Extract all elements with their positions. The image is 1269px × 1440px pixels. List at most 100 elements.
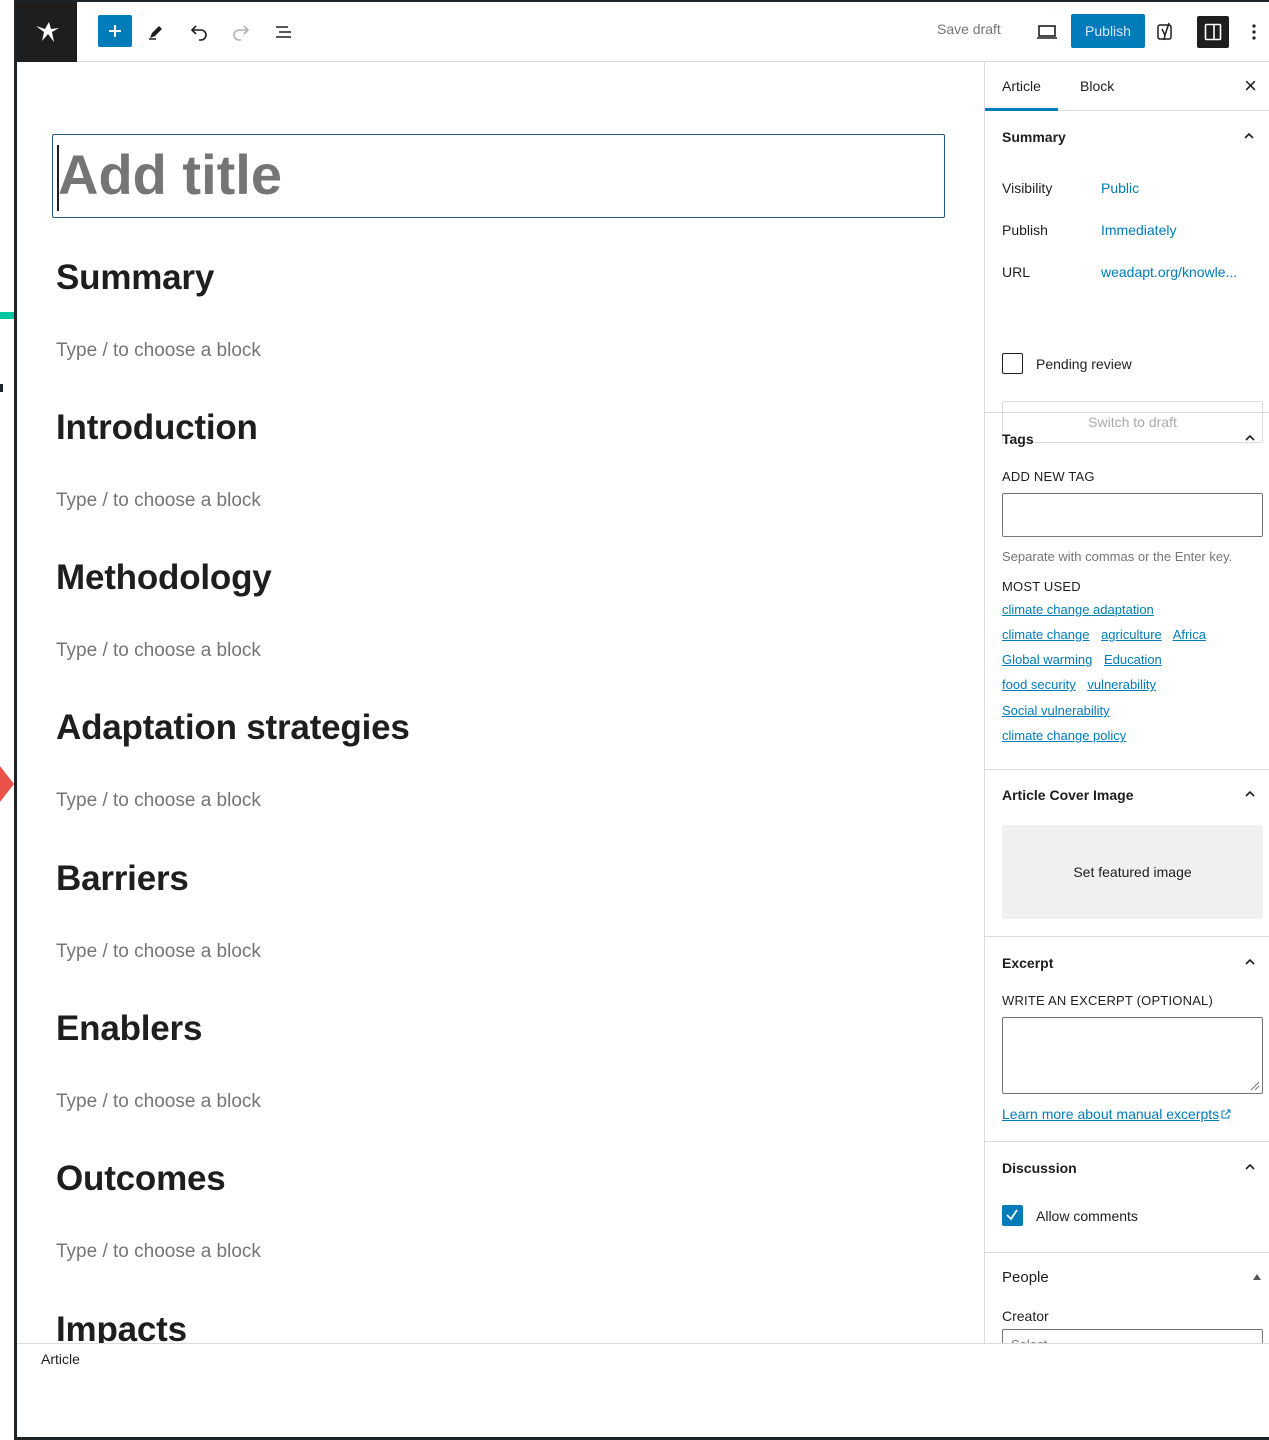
publish-date-toggle[interactable]: Immediately (1101, 222, 1176, 238)
visibility-toggle[interactable]: Public (1101, 180, 1139, 196)
panel-title[interactable]: Article Cover Image (1002, 787, 1134, 803)
tag-link[interactable]: Global warming (1002, 652, 1092, 667)
editor-footer: Article (17, 1343, 1269, 1437)
learn-more-excerpts-link[interactable]: Learn more about manual excerpts (1002, 1106, 1231, 1122)
allow-comments-label: Allow comments (1036, 1208, 1138, 1224)
tag-link[interactable]: climate change adaptation (1002, 602, 1154, 617)
close-icon[interactable]: × (1244, 75, 1257, 97)
breadcrumb[interactable]: Article (41, 1351, 80, 1367)
tag-line: Social vulnerability (1002, 703, 1118, 718)
url-label: URL (1002, 264, 1031, 280)
options-menu-button[interactable] (1237, 14, 1269, 50)
publish-button[interactable]: Publish (1071, 14, 1145, 48)
heading-block[interactable]: Barriers (56, 857, 189, 901)
yoast-seo-button[interactable] (1148, 14, 1184, 50)
chevron-up-icon[interactable] (1243, 130, 1255, 142)
chevron-up-icon[interactable] (1244, 956, 1256, 968)
redo-button[interactable] (223, 14, 259, 50)
paragraph-placeholder[interactable]: Type / to choose a block (56, 941, 261, 963)
heading-block[interactable]: Methodology (56, 556, 272, 600)
tag-line: food security vulnerability (1002, 677, 1164, 692)
tools-button[interactable] (138, 14, 174, 50)
settings-toggle-button[interactable] (1197, 16, 1229, 48)
allow-comments-checkbox[interactable] (1002, 1205, 1023, 1226)
tag-link[interactable]: climate change policy (1002, 728, 1126, 743)
tab-article[interactable]: Article (985, 62, 1058, 111)
tags-panel: Tags ADD NEW TAG Separate with commas or… (985, 413, 1269, 770)
section-introduction: Introduction Type / to choose a block (56, 406, 261, 511)
triangle-up-icon[interactable] (1252, 1273, 1262, 1281)
preview-button[interactable] (1029, 14, 1065, 50)
set-featured-image-button[interactable]: Set featured image (1002, 825, 1263, 919)
paragraph-placeholder[interactable]: Type / to choose a block (56, 1241, 261, 1263)
tag-link[interactable]: food security (1002, 677, 1076, 692)
tag-link[interactable]: Education (1104, 652, 1162, 667)
chevron-up-icon[interactable] (1244, 788, 1256, 800)
heading-block[interactable]: Outcomes (56, 1157, 226, 1201)
save-draft-button[interactable]: Save draft (937, 21, 1001, 37)
publish-label: Publish (1002, 222, 1048, 238)
editor-canvas: Add title Summary Type / to choose a blo… (17, 62, 984, 1343)
add-tag-input[interactable] (1002, 493, 1263, 537)
tag-line: Global warming Education (1002, 652, 1170, 667)
frame-accent-teal (0, 312, 14, 319)
section-summary: Summary Type / to choose a block (56, 256, 261, 361)
url-toggle[interactable]: weadapt.org/knowle... (1101, 264, 1237, 280)
chevron-up-icon[interactable] (1244, 432, 1256, 444)
paragraph-placeholder[interactable]: Type / to choose a block (56, 640, 261, 662)
checkmark-icon (1006, 1209, 1018, 1221)
pending-review-label: Pending review (1036, 356, 1132, 372)
paragraph-placeholder[interactable]: Type / to choose a block (56, 1091, 261, 1113)
site-logo-icon[interactable] (17, 2, 77, 62)
heading-block[interactable]: Adaptation strategies (56, 706, 410, 750)
heading-block[interactable]: Enablers (56, 1007, 202, 1051)
tab-block[interactable]: Block (1080, 62, 1114, 111)
tag-link[interactable]: Africa (1173, 627, 1206, 642)
pencil-icon (149, 26, 162, 40)
resize-handle-icon[interactable] (1250, 1081, 1260, 1091)
pending-review-checkbox[interactable] (1002, 353, 1023, 374)
undo-icon (190, 25, 207, 41)
editor-toolbar: Save draft Publish (17, 0, 1269, 62)
panel-title[interactable]: People (1002, 1269, 1049, 1286)
paragraph-placeholder[interactable]: Type / to choose a block (56, 340, 261, 362)
tag-link[interactable]: vulnerability (1087, 677, 1156, 692)
sidebar-icon (1204, 23, 1222, 41)
frame-accent-dot (0, 384, 3, 392)
tags-help-text: Separate with commas or the Enter key. (1002, 549, 1233, 564)
paragraph-placeholder[interactable]: Type / to choose a block (56, 790, 261, 812)
section-enablers: Enablers Type / to choose a block (56, 1007, 261, 1112)
heading-block[interactable]: Impacts (56, 1308, 187, 1343)
heading-block[interactable]: Introduction (56, 406, 258, 450)
discussion-panel: Discussion Allow comments (985, 1142, 1269, 1253)
redo-icon (233, 25, 250, 41)
section-barriers: Barriers Type / to choose a block (56, 857, 261, 962)
settings-sidebar: Article Block × Summary Visibility Publi… (984, 62, 1269, 1343)
document-overview-button[interactable] (266, 14, 302, 50)
panel-title[interactable]: Discussion (1002, 1160, 1077, 1176)
window-frame-left (0, 0, 17, 1440)
tag-line: climate change adaptation (1002, 602, 1162, 617)
post-title-input[interactable]: Add title (52, 134, 945, 218)
chevron-up-icon[interactable] (1244, 1161, 1256, 1173)
undo-button[interactable] (181, 14, 217, 50)
excerpt-textarea[interactable] (1002, 1017, 1263, 1094)
frame-accent-red (0, 766, 14, 802)
tag-link[interactable]: agriculture (1101, 627, 1162, 642)
tag-link[interactable]: climate change (1002, 627, 1089, 642)
heading-block[interactable]: Summary (56, 256, 214, 300)
most-used-label: MOST USED (1002, 579, 1081, 594)
yoast-icon (1157, 22, 1172, 41)
panel-title[interactable]: Summary (1002, 129, 1066, 145)
tag-link[interactable]: Social vulnerability (1002, 703, 1110, 718)
paragraph-placeholder[interactable]: Type / to choose a block (56, 490, 261, 512)
creator-label: Creator (1002, 1308, 1049, 1324)
creator-select[interactable]: Select (1002, 1329, 1263, 1343)
list-view-icon (276, 26, 291, 38)
section-methodology: Methodology Type / to choose a block (56, 556, 272, 661)
panel-title[interactable]: Excerpt (1002, 955, 1053, 971)
add-block-button[interactable] (98, 15, 132, 47)
panel-title[interactable]: Tags (1002, 431, 1034, 447)
cover-image-panel: Article Cover Image Set featured image (985, 770, 1269, 937)
desktop-preview-icon (1037, 25, 1057, 39)
